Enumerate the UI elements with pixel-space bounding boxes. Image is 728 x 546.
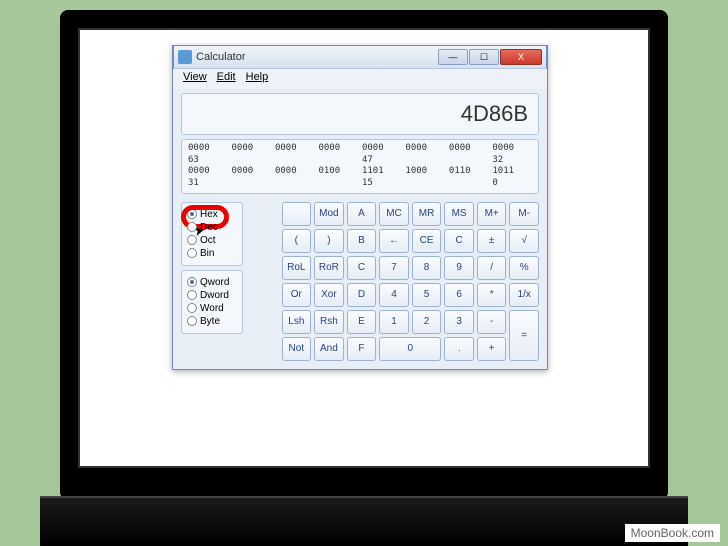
key-lsh[interactable]: Lsh <box>282 310 312 334</box>
radio-icon <box>187 277 197 287</box>
bits-row-2: 0000 0000 0000 0100 1101 1000 0110 1011 <box>188 166 532 178</box>
key-not[interactable]: Not <box>282 337 312 361</box>
window-title: Calculator <box>196 51 437 63</box>
key-8[interactable]: 8 <box>412 256 442 280</box>
key-ror[interactable]: RoR <box>314 256 344 280</box>
key-and[interactable]: And <box>314 337 344 361</box>
bits-row-2-labels: 31 15 0 <box>188 178 532 190</box>
key-lparen[interactable]: ( <box>282 229 312 253</box>
key-0[interactable]: 0 <box>379 337 441 361</box>
key-divide[interactable]: / <box>477 256 507 280</box>
key-negate[interactable]: ± <box>477 229 507 253</box>
key-ce[interactable]: CE <box>412 229 442 253</box>
key-minus[interactable]: - <box>477 310 507 334</box>
key-5[interactable]: 5 <box>412 283 442 307</box>
radio-icon <box>187 316 197 326</box>
radio-bin[interactable]: Bin <box>187 248 237 259</box>
key-a[interactable]: A <box>347 202 377 226</box>
radio-icon <box>187 290 197 300</box>
menu-help[interactable]: Help <box>242 71 273 87</box>
key-decimal[interactable]: . <box>444 337 474 361</box>
radio-icon <box>187 248 197 258</box>
key-2[interactable]: 2 <box>412 310 442 334</box>
key-4[interactable]: 4 <box>379 283 409 307</box>
key-b[interactable]: B <box>347 229 377 253</box>
menu-edit[interactable]: Edit <box>213 71 240 87</box>
key-rol[interactable]: RoL <box>282 256 312 280</box>
key-7[interactable]: 7 <box>379 256 409 280</box>
watermark: MoonBook.com <box>625 524 720 542</box>
bits-row-1: 0000 0000 0000 0000 0000 0000 0000 0000 <box>188 143 532 155</box>
base-group: Hex ➤ Dec Oct Bin <box>181 202 243 266</box>
maximize-button[interactable]: ☐ <box>469 49 499 65</box>
key-mminus[interactable]: M- <box>509 202 539 226</box>
key-c[interactable]: C <box>444 229 474 253</box>
bits-row-1-labels: 63 47 32 <box>188 155 532 167</box>
key-rsh[interactable]: Rsh <box>314 310 344 334</box>
key-3[interactable]: 3 <box>444 310 474 334</box>
key-rparen[interactable]: ) <box>314 229 344 253</box>
key-or[interactable]: Or <box>282 283 312 307</box>
radio-icon <box>187 209 197 219</box>
laptop-keyboard <box>40 496 688 546</box>
bit-toggle-panel[interactable]: 0000 0000 0000 0000 0000 0000 0000 0000 … <box>181 139 539 194</box>
radio-byte[interactable]: Byte <box>187 316 237 327</box>
menubar: View Edit Help <box>173 69 547 89</box>
key-9[interactable]: 9 <box>444 256 474 280</box>
key-plus[interactable]: + <box>477 337 507 361</box>
key-mc[interactable]: MC <box>379 202 409 226</box>
key-ms[interactable]: MS <box>444 202 474 226</box>
key-equals[interactable]: = <box>509 310 539 361</box>
key-f[interactable]: F <box>347 337 377 361</box>
radio-groups: Hex ➤ Dec Oct Bin <box>181 202 243 361</box>
minimize-button[interactable]: — <box>438 49 468 65</box>
key-hex-c[interactable]: C <box>347 256 377 280</box>
key-sqrt[interactable]: √ <box>509 229 539 253</box>
radio-oct[interactable]: Oct <box>187 235 237 246</box>
close-button[interactable]: X <box>500 49 542 65</box>
screen: Calculator — ☐ X View Edit Help 4D86B 00… <box>78 28 650 468</box>
key-blank-up[interactable] <box>282 202 312 226</box>
titlebar[interactable]: Calculator — ☐ X <box>173 45 547 69</box>
radio-icon <box>187 235 197 245</box>
key-multiply[interactable]: * <box>477 283 507 307</box>
radio-hex[interactable]: Hex ➤ <box>187 209 237 220</box>
laptop-frame: Calculator — ☐ X View Edit Help 4D86B 00… <box>60 10 668 500</box>
radio-icon <box>187 303 197 313</box>
lower-panel: Hex ➤ Dec Oct Bin <box>173 198 547 369</box>
key-mod[interactable]: Mod <box>314 202 344 226</box>
radio-icon <box>187 222 197 232</box>
key-6[interactable]: 6 <box>444 283 474 307</box>
keypad: Mod A MC MR MS M+ M- ( ) B ← CE C ± √ <box>249 202 539 361</box>
key-percent[interactable]: % <box>509 256 539 280</box>
key-e[interactable]: E <box>347 310 377 334</box>
window-controls: — ☐ X <box>437 49 542 65</box>
calculator-display: 4D86B <box>181 93 539 135</box>
app-icon <box>178 50 192 64</box>
key-xor[interactable]: Xor <box>314 283 344 307</box>
key-1[interactable]: 1 <box>379 310 409 334</box>
radio-qword[interactable]: Qword <box>187 277 237 288</box>
radio-word[interactable]: Word <box>187 303 237 314</box>
key-reciprocal[interactable]: 1/x <box>509 283 539 307</box>
size-group: Qword Dword Word Byte <box>181 270 243 334</box>
key-mr[interactable]: MR <box>412 202 442 226</box>
calculator-window: Calculator — ☐ X View Edit Help 4D86B 00… <box>172 45 548 370</box>
radio-dword[interactable]: Dword <box>187 290 237 301</box>
radio-dec[interactable]: Dec <box>187 222 237 233</box>
menu-view[interactable]: View <box>179 71 211 87</box>
key-mplus[interactable]: M+ <box>477 202 507 226</box>
key-d[interactable]: D <box>347 283 377 307</box>
key-backspace[interactable]: ← <box>379 229 409 253</box>
